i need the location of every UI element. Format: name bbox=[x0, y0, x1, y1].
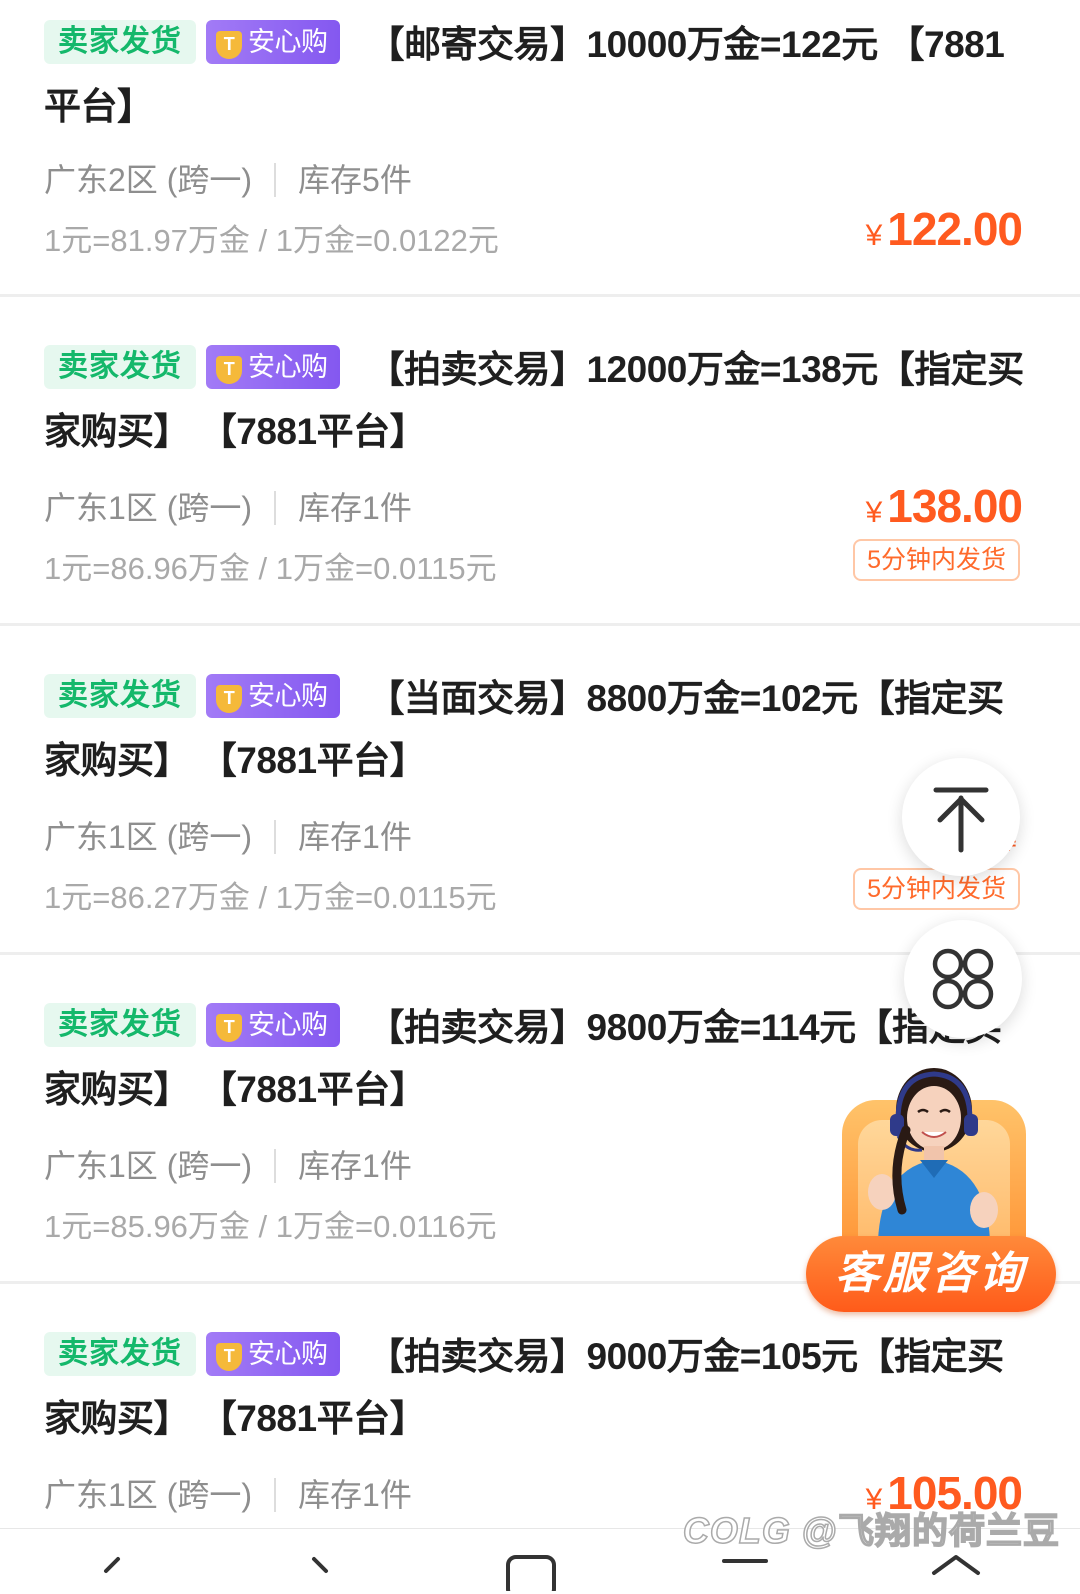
server-label: 广东1区 (跨一) bbox=[44, 1477, 253, 1513]
seller-ship-tag: 卖家发货 bbox=[44, 674, 196, 718]
shield-icon: T bbox=[216, 31, 242, 59]
listing-meta: 广东1区 (跨一) 库存1件 bbox=[44, 488, 412, 528]
divider bbox=[274, 491, 277, 525]
safe-buy-tag: T 安心购 bbox=[206, 674, 340, 718]
price-value: 122.00 bbox=[887, 203, 1023, 255]
server-label: 广东1区 (跨一) bbox=[44, 819, 253, 855]
seller-ship-tag: 卖家发货 bbox=[44, 345, 196, 389]
grid-menu-icon bbox=[932, 948, 994, 1010]
delivery-badge: 5分钟内发货 bbox=[853, 539, 1020, 581]
safe-buy-label: 安心购 bbox=[248, 681, 328, 711]
safe-buy-tag: T 安心购 bbox=[206, 20, 340, 64]
divider bbox=[274, 1149, 277, 1183]
forward-arrow-icon[interactable] bbox=[300, 1551, 340, 1591]
listing-card[interactable]: 卖家发货 T 安心购 【邮寄交易】10000万金=122元 【7881平台】 广东2区… bbox=[0, 0, 1080, 297]
listing-title[interactable]: 卖家发货 T 安心购 【邮寄交易】10000万金=122元 【7881平台】 bbox=[44, 14, 1034, 138]
menu-button[interactable] bbox=[904, 920, 1022, 1038]
safe-buy-label: 安心购 bbox=[248, 1339, 328, 1369]
safe-buy-label: 安心购 bbox=[248, 352, 328, 382]
listing-title[interactable]: 卖家发货 T 安心购 【当面交易】8800万金=102元【指定买家购买】 【7881平… bbox=[44, 668, 1004, 792]
stock-label: 库存1件 bbox=[298, 819, 412, 855]
listing-title[interactable]: 卖家发货 T 安心购 【拍卖交易】9000万金=105元【指定买家购买】 【7881平… bbox=[44, 1326, 1004, 1450]
server-label: 广东1区 (跨一) bbox=[44, 490, 253, 526]
shield-icon: T bbox=[216, 1343, 242, 1371]
divider bbox=[274, 820, 277, 854]
seller-ship-tag: 卖家发货 bbox=[44, 1332, 196, 1376]
safe-buy-tag: T 安心购 bbox=[206, 1332, 340, 1376]
listing-meta: 广东1区 (跨一) 库存1件 bbox=[44, 1146, 412, 1186]
tabs-icon[interactable] bbox=[502, 1551, 562, 1591]
stock-label: 库存1件 bbox=[298, 1477, 412, 1513]
menu-lines-icon[interactable] bbox=[716, 1551, 776, 1591]
exchange-rate: 1元=86.27万金 / 1万金=0.0115元 bbox=[44, 880, 497, 915]
divider bbox=[274, 1478, 277, 1512]
stock-label: 库存1件 bbox=[298, 1148, 412, 1184]
customer-service-label: 客服咨询 bbox=[806, 1236, 1056, 1312]
safe-buy-label: 安心购 bbox=[248, 27, 328, 57]
back-arrow-icon[interactable] bbox=[92, 1551, 132, 1591]
price: ¥138.00 bbox=[865, 480, 1023, 539]
customer-service-agent-icon bbox=[868, 1068, 998, 1240]
divider bbox=[274, 163, 277, 197]
home-icon[interactable] bbox=[926, 1551, 986, 1591]
stock-label: 库存1件 bbox=[298, 490, 412, 526]
listing-card[interactable]: 卖家发货 T 安心购 【拍卖交易】12000万金=138元【指定买家购买】 【7881… bbox=[0, 297, 1080, 626]
customer-service-widget[interactable]: 客服咨询 bbox=[806, 1060, 1056, 1326]
server-label: 广东1区 (跨一) bbox=[44, 1148, 253, 1184]
watermark-logo: COLG bbox=[682, 1509, 791, 1552]
listing-meta: 广东2区 (跨一) 库存5件 bbox=[44, 160, 412, 200]
exchange-rate: 1元=85.96万金 / 1万金=0.0116元 bbox=[44, 1209, 497, 1244]
seller-ship-tag: 卖家发货 bbox=[44, 20, 196, 64]
price-value: 138.00 bbox=[887, 480, 1023, 532]
safe-buy-label: 安心购 bbox=[248, 1010, 328, 1040]
watermark-text: @飞翔的荷兰豆 bbox=[801, 1509, 1060, 1552]
exchange-rate: 1元=81.97万金 / 1万金=0.0122元 bbox=[44, 223, 499, 258]
seller-ship-tag: 卖家发货 bbox=[44, 1003, 196, 1047]
safe-buy-tag: T 安心购 bbox=[206, 345, 340, 389]
back-to-top-button[interactable] bbox=[902, 758, 1020, 876]
safe-buy-tag: T 安心购 bbox=[206, 1003, 340, 1047]
listing-title[interactable]: 卖家发货 T 安心购 【拍卖交易】12000万金=138元【指定买家购买】 【7881… bbox=[44, 339, 1034, 463]
shield-icon: T bbox=[216, 685, 242, 713]
currency-symbol: ¥ bbox=[865, 219, 883, 252]
server-label: 广东2区 (跨一) bbox=[44, 162, 253, 198]
exchange-rate: 1元=86.96万金 / 1万金=0.0115元 bbox=[44, 551, 497, 586]
stock-label: 库存5件 bbox=[298, 162, 412, 198]
shield-icon: T bbox=[216, 1014, 242, 1042]
watermark: COLG @飞翔的荷兰豆 bbox=[682, 1502, 1060, 1554]
listing-meta: 广东1区 (跨一) 库存1件 bbox=[44, 817, 412, 857]
currency-symbol: ¥ bbox=[865, 496, 883, 529]
shield-icon: T bbox=[216, 356, 242, 384]
arrow-up-to-top-icon bbox=[933, 787, 989, 853]
price: ¥122.00 bbox=[865, 203, 1023, 262]
listing-meta: 广东1区 (跨一) 库存1件 bbox=[44, 1475, 412, 1515]
